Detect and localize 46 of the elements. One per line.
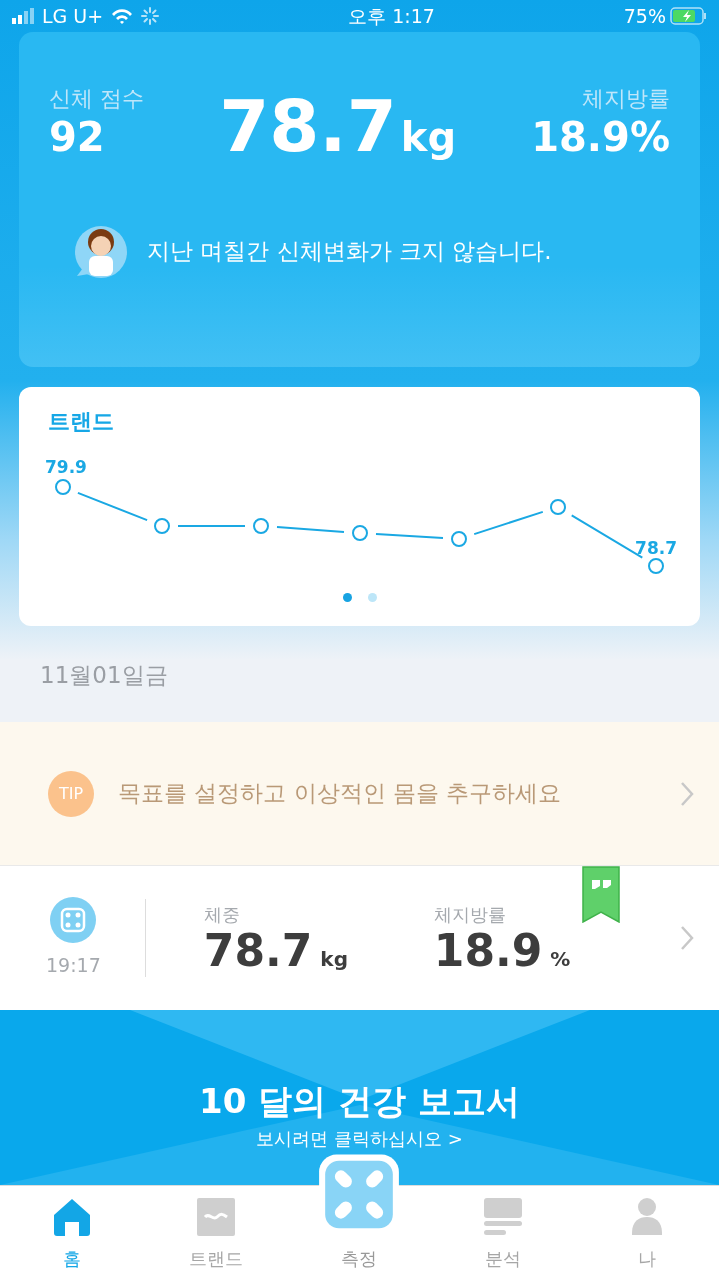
status-time: 오후 1:17 [348,4,435,27]
metric-value: 18.9 [433,928,543,975]
bookmark-icon [582,866,620,923]
body-fat-label: 체지방률 [581,85,670,113]
chevron-right-icon [679,925,695,951]
loading-icon [141,7,160,25]
metric-label: 체중 [203,903,241,928]
value-label: 79.9 [45,457,87,477]
report-banner[interactable]: 10 달의 건강 보고서 보시려면 클릭하십시오 > [0,1010,719,1185]
measurement-record[interactable]: 19:17 체중 78.7 kg 체지방률 18.9 % [0,865,719,1010]
person-icon[interactable] [632,1197,663,1237]
score-label: 신체 점수 [49,85,144,113]
weight-unit: kg [400,115,457,159]
body-fat-value: 18.9% [531,115,670,159]
record-time: 19:17 [46,952,101,978]
page-dot[interactable] [342,593,352,602]
metric-value: 78.7 [203,928,313,975]
nav-tab[interactable]: 홈 [0,1186,144,1280]
chevron-right-icon [679,780,695,807]
weight-value: 78.7 [219,90,397,162]
date-heading: 11월01일금 [39,661,169,690]
metric-unit: % [550,946,571,974]
nav-tab[interactable]: 분석 [431,1186,576,1280]
home-icon[interactable] [51,1197,92,1237]
tip-text: 목표를 설정하고 이상적인 몸을 추구하세요 [118,779,563,809]
trend-title: 트랜드 [47,408,115,436]
carrier-name: LG U+ [42,3,104,29]
battery-icon [670,7,707,25]
wifi-icon [111,7,134,25]
wave-chart-icon[interactable] [195,1197,236,1237]
tip-banner[interactable]: TIP 목표를 설정하고 이상적인 몸을 추구하세요 [0,722,719,865]
report-title: 10 달의 건강 보고서 [199,1080,520,1123]
nav-tab[interactable]: 트랜드 [143,1186,288,1280]
report-link[interactable]: 보시려면 클릭하십시오 > [256,1125,463,1152]
scale-icon [50,896,97,943]
value-label: 78.7 [635,538,677,558]
assistant-message: 지난 며칠간 신체변화가 크지 않습니다. [147,236,552,266]
tip-badge: TIP [48,770,94,817]
metric-label: 체지방률 [433,903,507,928]
signal-icon [12,8,34,24]
metric-unit: kg [320,946,348,974]
page-dot[interactable] [367,593,377,602]
nav-tab[interactable]: 나 [575,1186,719,1280]
report-icon[interactable] [483,1197,524,1237]
battery-percent: 75% [623,3,666,29]
score-value: 92 [49,115,106,159]
